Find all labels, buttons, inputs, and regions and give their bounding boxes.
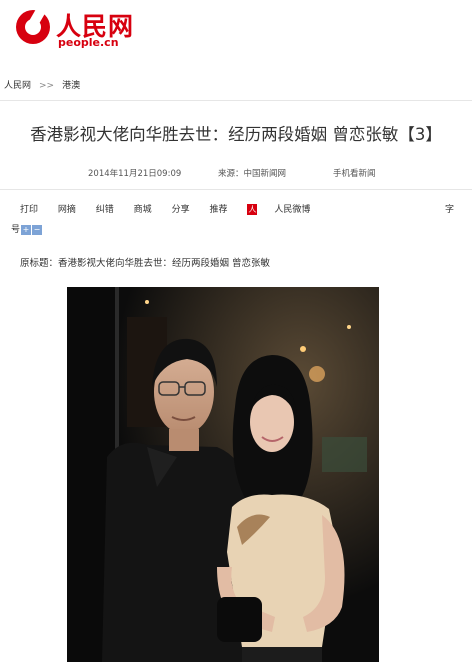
print-button[interactable]: 打印 <box>20 205 38 215</box>
original-title: 原标题：香港影视大佬向华胜去世：经历两段婚姻 曾恋张敏 <box>20 258 271 269</box>
source-label: 来源： <box>218 169 244 179</box>
breadcrumb-section[interactable]: 港澳 <box>62 81 80 91</box>
logo-text-en: people.cn <box>58 36 119 49</box>
share-button[interactable]: 分享 <box>172 205 190 215</box>
breadcrumb-separator: >> <box>39 81 55 91</box>
breadcrumb-home[interactable]: 人民网 <box>4 81 31 91</box>
source-link[interactable]: 中国新闻网 <box>244 169 287 179</box>
site-header: 人民网 people.cn <box>0 0 472 62</box>
font-size-label-2: 号 <box>11 225 21 235</box>
logo-emblem-icon <box>16 10 50 44</box>
breadcrumb: 人民网 >> 港澳 <box>4 78 80 91</box>
weibo-label: 人民微博 <box>274 205 311 215</box>
font-decrease-button[interactable]: − <box>32 224 43 235</box>
article-title: 香港影视大佬向华胜去世：经历两段婚姻 曾恋张敏【3】 <box>30 125 442 144</box>
font-size-label-1: 字 <box>445 205 455 215</box>
article-toolbar: 打印 网摘 纠错 商城 分享 推荐 人 人民微博 <box>20 202 327 215</box>
font-size-control: 号 + − <box>11 222 43 235</box>
weibo-button[interactable]: 人 人民微博 <box>247 202 327 215</box>
weibo-icon: 人 <box>247 204 258 215</box>
correction-button[interactable]: 纠错 <box>96 205 114 215</box>
bookmark-button[interactable]: 网摘 <box>58 205 76 215</box>
divider <box>0 100 472 101</box>
recommend-button[interactable]: 推荐 <box>209 205 227 215</box>
font-increase-button[interactable]: + <box>21 224 32 235</box>
article-source: 来源：中国新闻网 <box>218 167 286 179</box>
divider <box>0 189 472 190</box>
article-photo <box>67 287 379 662</box>
mobile-news-link[interactable]: 手机看新闻 <box>333 167 376 179</box>
people-logo[interactable]: 人民网 people.cn <box>16 8 146 54</box>
mall-button[interactable]: 商城 <box>134 205 152 215</box>
article-date: 2014年11月21日09:09 <box>88 169 182 179</box>
